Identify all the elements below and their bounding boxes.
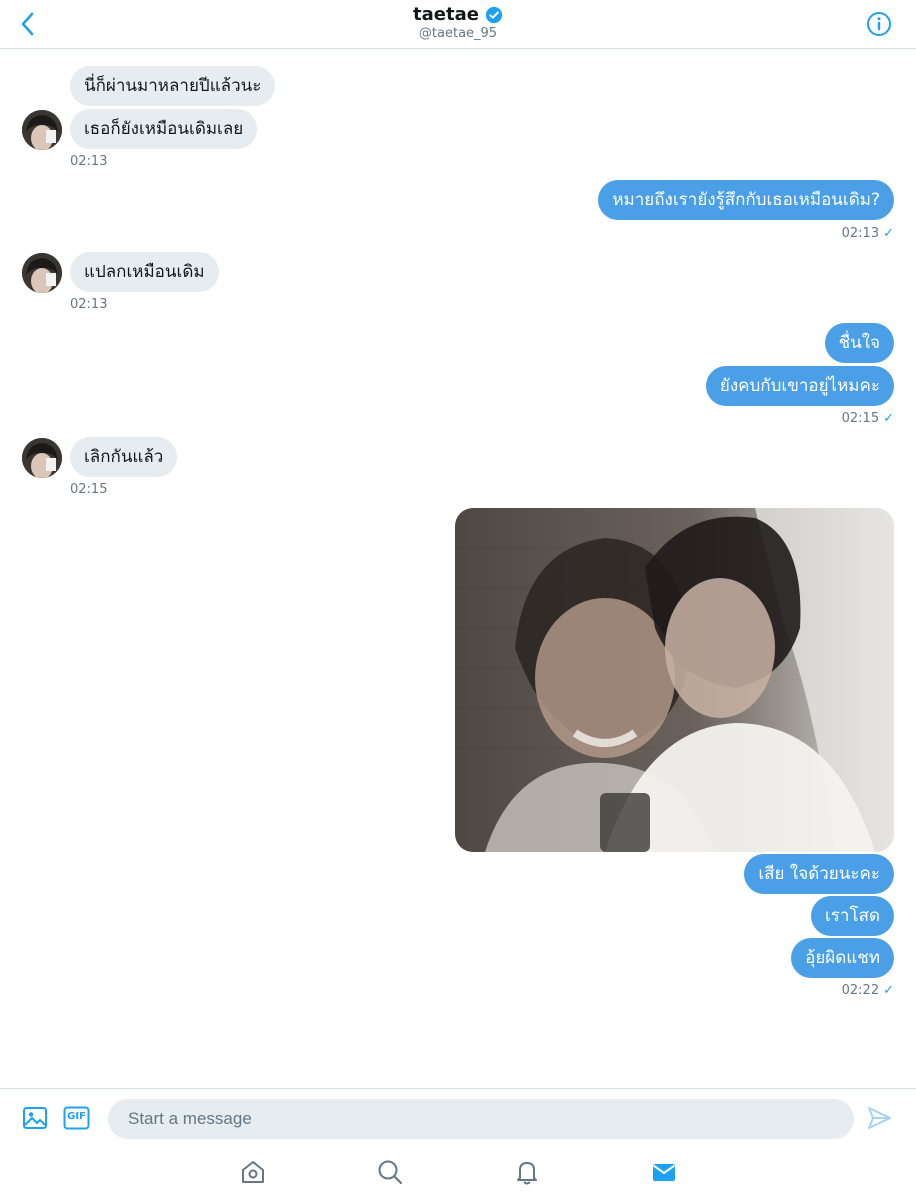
add-gif-button[interactable]: GIF	[63, 1105, 90, 1135]
timestamp-text: 02:13	[841, 226, 880, 241]
tab-notifications[interactable]	[513, 1158, 541, 1186]
message-incoming[interactable]: แปลกเหมือนเดิม	[70, 252, 219, 292]
message-outgoing[interactable]: เราโสด	[810, 896, 894, 936]
avatar[interactable]	[22, 253, 62, 293]
bell-icon	[517, 1162, 537, 1185]
message-outgoing[interactable]: หมายถึงเรายังรู้สึกกับเธอเหมือนเดิม?	[598, 180, 894, 220]
message-timestamp: 02:15	[70, 482, 108, 497]
message-timestamp: 02:22 ✓	[842, 983, 894, 998]
read-check-icon: ✓	[883, 226, 894, 241]
message-timestamp: 02:13	[70, 154, 108, 169]
send-button[interactable]	[866, 1105, 892, 1135]
verified-badge-icon	[485, 6, 503, 23]
message-thread[interactable]: นี่ก็ผ่านมาหลายปีแล้วนะ เธอก็ยังเหมือนเด…	[0, 49, 916, 1088]
message-bubble: เลิกกันแล้ว	[70, 437, 178, 477]
message-outgoing[interactable]: ชื่นใจ	[824, 323, 894, 363]
message-bubble: นี่ก็ผ่านมาหลายปีแล้วนะ	[70, 66, 276, 106]
tab-home[interactable]	[239, 1158, 267, 1186]
conversation-header: taetae @taetae_95	[0, 0, 916, 49]
timestamp-text: 02:22	[841, 983, 880, 998]
add-image-button[interactable]	[22, 1105, 48, 1135]
message-timestamp: 02:13 ✓	[842, 226, 894, 241]
message-outgoing[interactable]: อุ้ยผิดแชท	[791, 938, 894, 978]
timestamp-text: 02:15	[841, 411, 880, 426]
conversation-title: taetae @taetae_95	[0, 4, 916, 41]
info-icon	[867, 12, 891, 36]
image-icon	[23, 1107, 47, 1129]
message-timestamp: 02:13	[70, 297, 108, 312]
tab-search[interactable]	[376, 1158, 404, 1186]
message-bubble: เธอก็ยังเหมือนเดิมเลย	[70, 109, 258, 149]
message-photo[interactable]	[455, 508, 894, 852]
message-incoming[interactable]: เธอก็ยังเหมือนเดิมเลย	[70, 109, 258, 149]
message-bubble: แปลกเหมือนเดิม	[70, 252, 219, 292]
contact-name: taetae	[413, 4, 479, 25]
message-incoming[interactable]: เลิกกันแล้ว	[70, 437, 178, 477]
read-check-icon: ✓	[883, 411, 894, 426]
message-outgoing[interactable]: ยังคบกับเขาอยู่ไหมคะ	[705, 366, 894, 406]
message-timestamp: 02:15 ✓	[842, 411, 894, 426]
gif-label: GIF	[67, 1111, 86, 1122]
mail-icon	[652, 1164, 676, 1181]
message-bubble: เสีย ใจด้วยนะคะ	[744, 854, 894, 894]
message-bubble: หมายถึงเรายังรู้สึกกับเธอเหมือนเดิม?	[598, 180, 894, 220]
message-outgoing[interactable]: เสีย ใจด้วยนะคะ	[744, 854, 894, 894]
search-icon	[378, 1160, 403, 1185]
message-bubble: เราโสด	[810, 896, 894, 936]
message-bubble: ยังคบกับเขาอยู่ไหมคะ	[705, 366, 894, 406]
read-check-icon: ✓	[883, 983, 894, 998]
contact-handle: @taetae_95	[418, 26, 498, 41]
tab-messages[interactable]	[650, 1158, 678, 1186]
message-incoming[interactable]: นี่ก็ผ่านมาหลายปีแล้วนะ	[70, 66, 276, 106]
avatar[interactable]	[22, 110, 62, 150]
avatar[interactable]	[22, 438, 62, 478]
message-composer: GIF	[0, 1088, 916, 1146]
info-button[interactable]	[866, 11, 892, 37]
message-input[interactable]	[108, 1099, 854, 1139]
send-icon	[868, 1107, 891, 1129]
home-icon	[242, 1161, 264, 1183]
message-bubble: อุ้ยผิดแชท	[791, 938, 894, 978]
message-bubble: ชื่นใจ	[824, 323, 894, 363]
bottom-tab-bar	[0, 1146, 916, 1200]
